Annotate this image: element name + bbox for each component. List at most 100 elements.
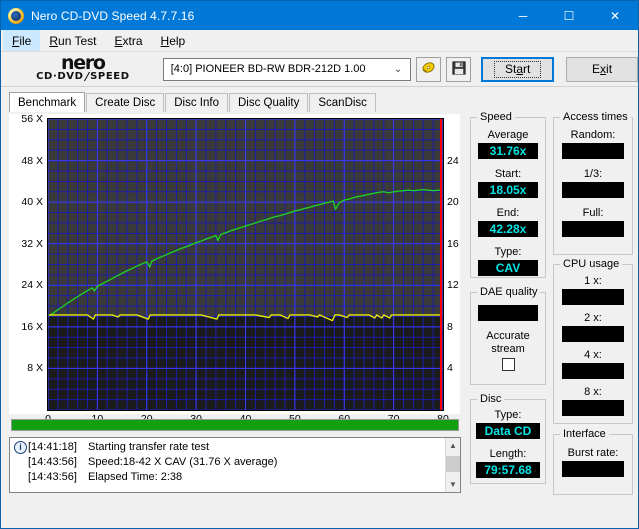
cpu-usage-group-title: CPU usage xyxy=(560,258,623,270)
cpu-2x-label: 2 x: xyxy=(584,312,602,324)
speed-type-label: Type: xyxy=(494,246,522,258)
log-scrollbar[interactable]: ▲ ▼ xyxy=(445,438,460,492)
access-times-group-title: Access times xyxy=(560,111,631,123)
logo-subtitle: CD·DVD / SPEED xyxy=(36,70,130,83)
accurate-stream-checkbox[interactable] xyxy=(501,358,515,371)
scroll-down-icon[interactable]: ▼ xyxy=(446,477,460,492)
interface-group: Interface Burst rate: xyxy=(553,428,633,495)
log-lines: i [14:41:18] Starting transfer rate test… xyxy=(10,438,445,492)
logo-sub-left: CD·DVD xyxy=(36,71,84,82)
log-message: Starting transfer rate test xyxy=(88,441,210,453)
menu-label-extra: Extra xyxy=(114,33,143,48)
access-full-value xyxy=(562,221,624,237)
access-third-label: 1/3: xyxy=(583,168,603,180)
chart-y-tick-right: 24 xyxy=(447,154,459,167)
log-timestamp: [14:41:18] xyxy=(28,441,77,453)
logo-sub-right: SPEED xyxy=(90,71,130,82)
drive-select[interactable]: [4:0] PIONEER BD-RW BDR-212D 1.00 ⌄ xyxy=(162,57,412,81)
disc-group-title: Disc xyxy=(477,393,505,405)
menu-item-help[interactable]: Help xyxy=(152,30,195,51)
log-message: Speed:18-42 X CAV (31.76 X average) xyxy=(88,456,278,468)
chart-y-tick-left: 56 X xyxy=(21,113,43,125)
cpu-4x-field: 4 x: xyxy=(554,349,632,379)
eject-button[interactable] xyxy=(416,56,442,82)
log-timestamp: [14:43:56] xyxy=(28,471,77,483)
chart-y-tick-right: 12 xyxy=(447,279,459,292)
speed-end-field: End: 42.28x xyxy=(471,207,545,237)
maximize-button[interactable]: ☐ xyxy=(546,1,592,30)
menu-item-file[interactable]: File xyxy=(3,30,41,51)
minimize-button[interactable]: ─ xyxy=(500,1,546,30)
title-bar: Nero CD-DVD Speed 4.7.7.16 ─ ☐ ✕ xyxy=(1,1,638,30)
access-random-label: Random: xyxy=(570,129,616,141)
accurate-stream-label-line1: Accurate xyxy=(486,330,530,342)
tab-label-disc-info: Disc Info xyxy=(174,97,219,109)
chart-y-tick-left: 8 X xyxy=(27,362,43,375)
chart-svg xyxy=(47,118,444,411)
chart-y-tick-left: 48 X xyxy=(21,154,43,167)
exit-button[interactable]: Exit xyxy=(566,56,638,82)
chart-y-tick-right: 4 xyxy=(447,362,453,375)
log-entry: i [14:41:18] Starting transfer rate test xyxy=(14,440,445,455)
menu-item-extra[interactable]: Extra xyxy=(106,30,152,51)
start-button[interactable]: Start xyxy=(481,56,555,82)
floppy-save-icon xyxy=(452,60,466,78)
content-area: 8 X16 X24 X32 X40 X48 X56 X 4812162024 0… xyxy=(1,111,638,528)
speed-start-value: 18.05x xyxy=(478,182,538,198)
burst-rate-label: Burst rate: xyxy=(567,447,619,459)
save-button[interactable] xyxy=(446,56,472,82)
speed-end-label: End: xyxy=(496,207,520,219)
speed-start-label: Start: xyxy=(494,168,522,180)
scroll-up-icon[interactable]: ▲ xyxy=(446,438,460,453)
toolbar: nero CD·DVD / SPEED [4:0] PIONEER BD-RW … xyxy=(1,52,638,87)
access-random-field: Random: xyxy=(554,129,632,159)
accurate-stream-label-line2: stream xyxy=(491,343,525,355)
burst-rate-value xyxy=(562,461,624,477)
disc-length-field: Length: 79:57.68 xyxy=(471,448,545,478)
menu-label-file: File xyxy=(12,33,32,48)
log-message: Elapsed Time: 2:38 xyxy=(88,471,183,483)
menu-label-help: Help xyxy=(160,33,186,48)
benchmark-pane: 8 X16 X24 X32 X40 X48 X56 X 4812162024 0… xyxy=(1,112,467,528)
tab-label-create-disc: Create Disc xyxy=(95,97,156,109)
chart-plot-area xyxy=(47,118,444,411)
tab-disc-quality[interactable]: Disc Quality xyxy=(229,93,309,112)
log-timestamp: [14:43:56] xyxy=(28,456,77,468)
cpu-2x-field: 2 x: xyxy=(554,312,632,342)
dae-quality-group-title: DAE quality xyxy=(477,286,541,298)
speed-average-label: Average xyxy=(487,129,529,141)
log-entry: i [14:43:56] Speed:18-42 X CAV (31.76 X … xyxy=(14,455,445,470)
speed-end-value: 42.28x xyxy=(478,221,538,237)
cpu-8x-label: 8 x: xyxy=(584,386,602,398)
speed-start-field: Start: 18.05x xyxy=(471,168,545,198)
disc-length-value: 79:57.68 xyxy=(476,462,540,478)
chevron-down-icon: ⌄ xyxy=(393,63,403,75)
eject-disc-icon xyxy=(421,60,436,78)
menu-item-run-test[interactable]: Run Test xyxy=(40,30,105,51)
speed-average-value: 31.76x xyxy=(478,143,538,159)
window-title: Nero CD-DVD Speed 4.7.7.16 xyxy=(31,8,195,23)
cpu-8x-field: 8 x: xyxy=(554,386,632,416)
nero-disc-icon xyxy=(8,7,24,24)
close-button[interactable]: ✕ xyxy=(592,1,638,30)
tab-label-scandisc: ScanDisc xyxy=(318,97,367,109)
chart-y-tick-right: 16 xyxy=(447,237,459,250)
tab-benchmark[interactable]: Benchmark xyxy=(9,92,86,112)
tab-disc-info[interactable]: Disc Info xyxy=(165,93,228,112)
cpu-1x-label: 1 x: xyxy=(584,275,602,287)
dae-quality-value xyxy=(478,305,538,321)
access-third-field: 1/3: xyxy=(554,168,632,198)
drive-select-value: [4:0] PIONEER BD-RW BDR-212D 1.00 xyxy=(170,63,366,75)
disc-type-value: Data CD xyxy=(476,423,540,439)
tab-scandisc[interactable]: ScanDisc xyxy=(309,93,376,112)
access-full-label: Full: xyxy=(582,207,604,219)
access-full-field: Full: xyxy=(554,207,632,237)
speed-type-value: CAV xyxy=(478,260,538,276)
cpu-2x-value xyxy=(562,326,624,342)
scrollbar-thumb[interactable] xyxy=(446,456,460,472)
cpu-8x-value xyxy=(562,400,624,416)
tab-create-disc[interactable]: Create Disc xyxy=(86,93,165,112)
menu-label-run-test: Run Test xyxy=(49,33,97,48)
app-window: Nero CD-DVD Speed 4.7.7.16 ─ ☐ ✕ File Ru… xyxy=(0,0,639,529)
access-times-group: Access times Random: 1/3: Full: xyxy=(553,111,633,255)
